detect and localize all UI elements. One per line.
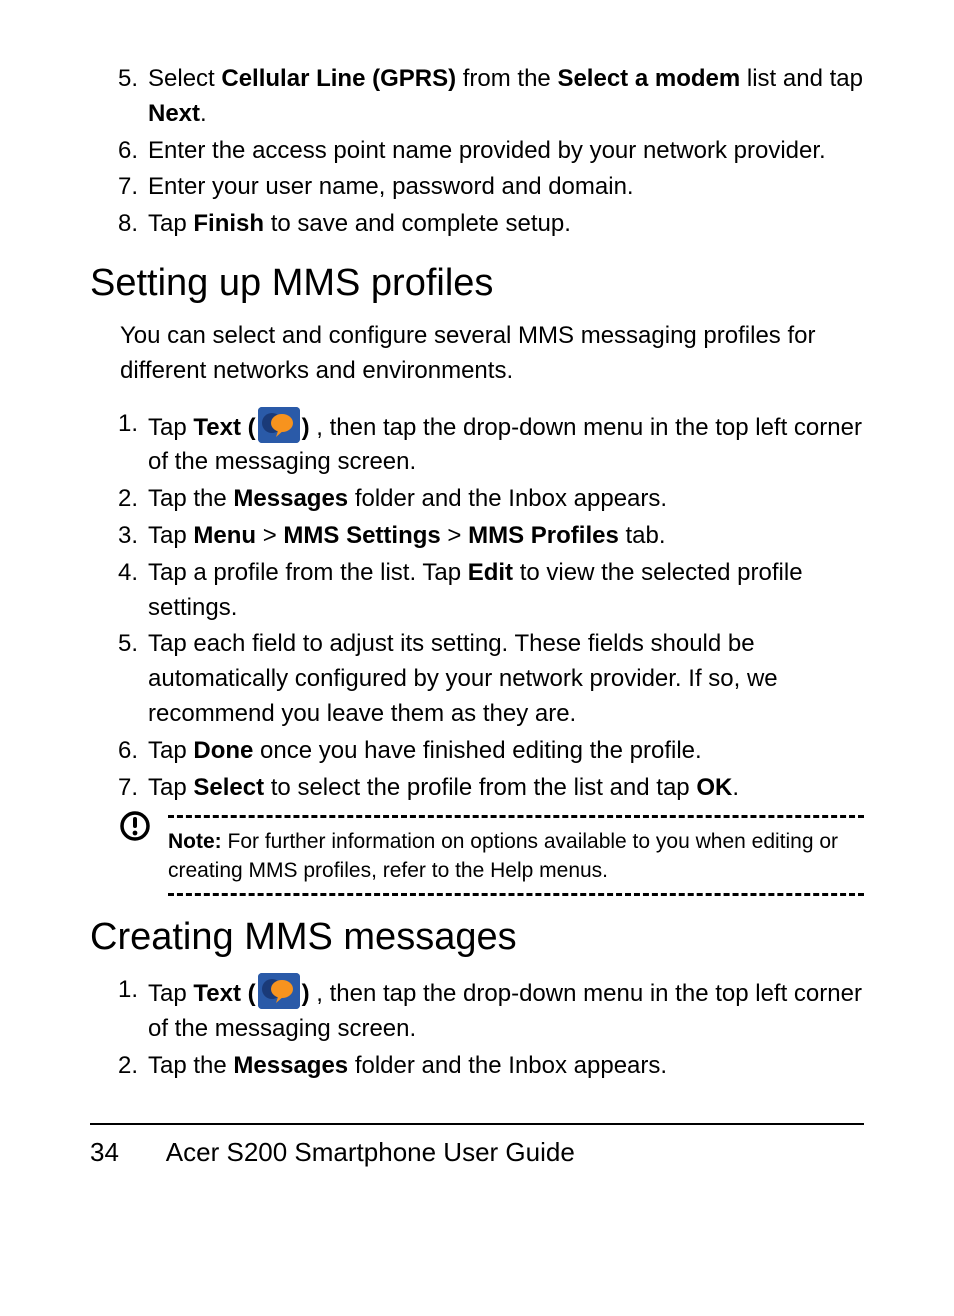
list-item: 8.Tap Finish to save and complete setup. — [90, 207, 864, 242]
heading-creating-mms: Creating MMS messages — [90, 916, 864, 959]
list-number: 2. — [90, 1049, 148, 1084]
list-number: 1. — [90, 407, 148, 442]
list-number: 6. — [90, 134, 148, 169]
text-app-icon — [258, 407, 300, 443]
creating-mms-steps: 1.Tap Text () , then tap the drop-down m… — [90, 973, 864, 1083]
document-page: 5.Select Cellular Line (GPRS) from the S… — [0, 0, 954, 1208]
footer-title: Acer S200 Smartphone User Guide — [166, 1137, 575, 1167]
mms-profile-steps: 1.Tap Text () , then tap the drop-down m… — [90, 407, 864, 806]
list-text: Select Cellular Line (GPRS) from the Sel… — [148, 62, 864, 132]
heading-mms-profiles: Setting up MMS profiles — [90, 262, 864, 305]
list-number: 4. — [90, 556, 148, 591]
list-number: 2. — [90, 482, 148, 517]
list-number: 5. — [90, 62, 148, 97]
list-text: Tap a profile from the list. Tap Edit to… — [148, 556, 864, 626]
list-text: Tap the Messages folder and the Inbox ap… — [148, 1049, 864, 1084]
list-item: 3.Tap Menu > MMS Settings > MMS Profiles… — [90, 519, 864, 554]
list-number: 8. — [90, 207, 148, 242]
intro-mms-profiles: You can select and configure several MMS… — [120, 319, 864, 389]
list-item: 6.Tap Done once you have finished editin… — [90, 734, 864, 769]
list-item: 1.Tap Text () , then tap the drop-down m… — [90, 407, 864, 481]
list-number: 7. — [90, 170, 148, 205]
text-app-icon — [258, 973, 300, 1009]
list-item: 6.Enter the access point name provided b… — [90, 134, 864, 169]
list-text: Tap Select to select the profile from th… — [148, 771, 864, 806]
list-number: 3. — [90, 519, 148, 554]
list-text: Tap Text () , then tap the drop-down men… — [148, 407, 864, 481]
note-text: Note: For further information on options… — [168, 815, 864, 896]
list-item: 5.Tap each field to adjust its setting. … — [90, 627, 864, 731]
list-number: 6. — [90, 734, 148, 769]
note-box: Note: For further information on options… — [118, 815, 864, 896]
list-text: Enter your user name, password and domai… — [148, 170, 864, 205]
list-item: 7.Tap Select to select the profile from … — [90, 771, 864, 806]
list-item: 1.Tap Text () , then tap the drop-down m… — [90, 973, 864, 1047]
list-number: 7. — [90, 771, 148, 806]
list-text: Enter the access point name provided by … — [148, 134, 864, 169]
list-number: 5. — [90, 627, 148, 662]
list-text: Tap Done once you have finished editing … — [148, 734, 864, 769]
list-item: 2.Tap the Messages folder and the Inbox … — [90, 1049, 864, 1084]
list-item: 4.Tap a profile from the list. Tap Edit … — [90, 556, 864, 626]
page-footer: 34 Acer S200 Smartphone User Guide — [90, 1123, 864, 1168]
list-text: Tap the Messages folder and the Inbox ap… — [148, 482, 864, 517]
list-text: Tap Text () , then tap the drop-down men… — [148, 973, 864, 1047]
warning-icon — [118, 809, 152, 848]
list-item: 5.Select Cellular Line (GPRS) from the S… — [90, 62, 864, 132]
list-item: 7.Enter your user name, password and dom… — [90, 170, 864, 205]
setup-steps-continued: 5.Select Cellular Line (GPRS) from the S… — [90, 62, 864, 242]
list-text: Tap each field to adjust its setting. Th… — [148, 627, 864, 731]
list-item: 2.Tap the Messages folder and the Inbox … — [90, 482, 864, 517]
page-number: 34 — [90, 1137, 160, 1168]
list-text: Tap Menu > MMS Settings > MMS Profiles t… — [148, 519, 864, 554]
list-number: 1. — [90, 973, 148, 1008]
list-text: Tap Finish to save and complete setup. — [148, 207, 864, 242]
